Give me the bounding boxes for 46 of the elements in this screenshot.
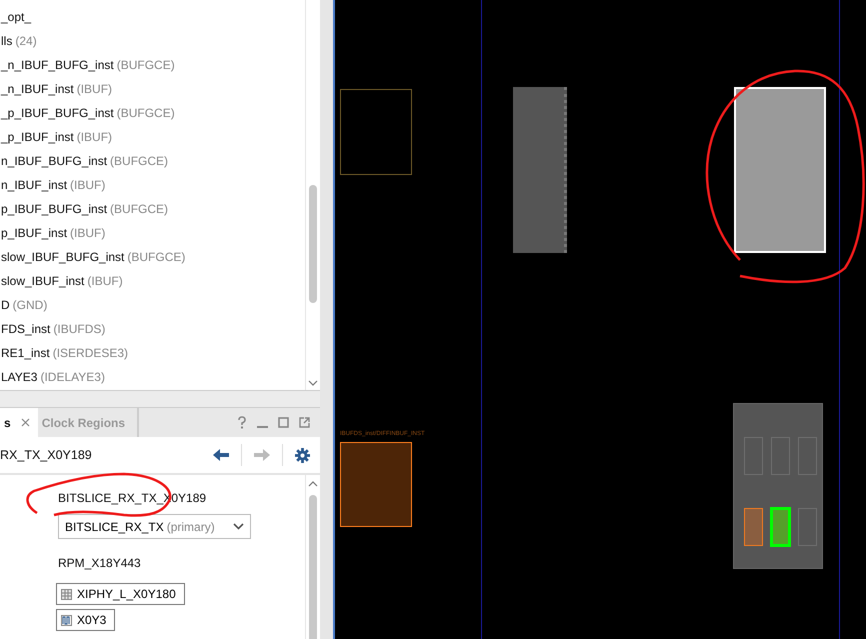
site-outline[interactable] [340, 89, 412, 175]
tree-item[interactable]: n_IBUF_BUFG_inst (BUFGCE) [0, 149, 305, 173]
waveform-icon [61, 614, 72, 626]
tree-item[interactable]: RE1_inst (ISERDESE3) [0, 341, 305, 365]
tree-item[interactable]: slow_IBUF_inst (IBUF) [0, 269, 305, 293]
tree-item[interactable]: LAYE3 (IDELAYE3) [0, 365, 305, 389]
property-value: RPM_X18Y443 [58, 555, 141, 572]
highlighted-bitslice[interactable] [770, 507, 791, 547]
float-window-icon[interactable] [299, 417, 310, 428]
tree-item[interactable]: _p_IBUF_BUFG_inst (BUFGCE) [0, 101, 305, 125]
object-link[interactable]: X0Y3 [56, 609, 116, 631]
grid-icon [61, 588, 72, 600]
tree-item[interactable]: p_IBUF_inst (IBUF) [0, 221, 305, 245]
maximize-icon[interactable] [278, 417, 289, 428]
tree-item[interactable]: _p_IBUF_inst (IBUF) [0, 125, 305, 149]
scrollbar-thumb[interactable] [309, 185, 317, 303]
bitslice-site[interactable] [771, 437, 790, 475]
tree-item[interactable]: D (GND) [0, 293, 305, 317]
scroll-down-icon[interactable] [308, 380, 318, 386]
object-link[interactable]: XIPHY_L_X0Y180 [56, 583, 185, 605]
close-icon[interactable] [20, 418, 30, 427]
tree-item[interactable]: _n_IBUF_inst (IBUF) [0, 77, 305, 101]
bitslice-site[interactable] [798, 508, 817, 546]
tile-block[interactable] [733, 403, 823, 569]
object-name: RX_TX_X0Y189 [0, 448, 93, 462]
tree-item[interactable]: FDS_inst (IBUFDS) [0, 317, 305, 341]
tree-item[interactable]: _n_IBUF_BUFG_inst (BUFGCE) [0, 53, 305, 77]
help-icon[interactable] [237, 416, 247, 429]
back-arrow-icon[interactable] [213, 449, 229, 461]
panel-tab[interactable]: s [0, 408, 38, 437]
selected-site[interactable] [734, 87, 826, 253]
scrollbar-thumb[interactable] [309, 495, 317, 639]
tree-item[interactable]: lls (24) [0, 29, 305, 53]
site-block[interactable] [513, 87, 567, 253]
chevron-down-icon [233, 523, 244, 530]
tree-item[interactable]: p_IBUF_BUFG_inst (BUFGCE) [0, 197, 305, 221]
settings-icon[interactable] [295, 448, 310, 462]
placed-cell[interactable] [340, 442, 412, 527]
site-type-dropdown[interactable]: BITSLICE_RX_TX (primary) [58, 514, 251, 539]
tree-item[interactable]: slow_IBUF_BUFG_inst (BUFGCE) [0, 245, 305, 269]
bitslice-site[interactable] [744, 437, 763, 475]
placed-bitslice[interactable] [744, 508, 763, 546]
bitslice-site[interactable] [798, 437, 817, 475]
tree-item[interactable]: n_IBUF_inst (IBUF) [0, 173, 305, 197]
scroll-up-icon[interactable] [308, 481, 318, 487]
tree-item[interactable]: _opt_ [0, 5, 305, 29]
